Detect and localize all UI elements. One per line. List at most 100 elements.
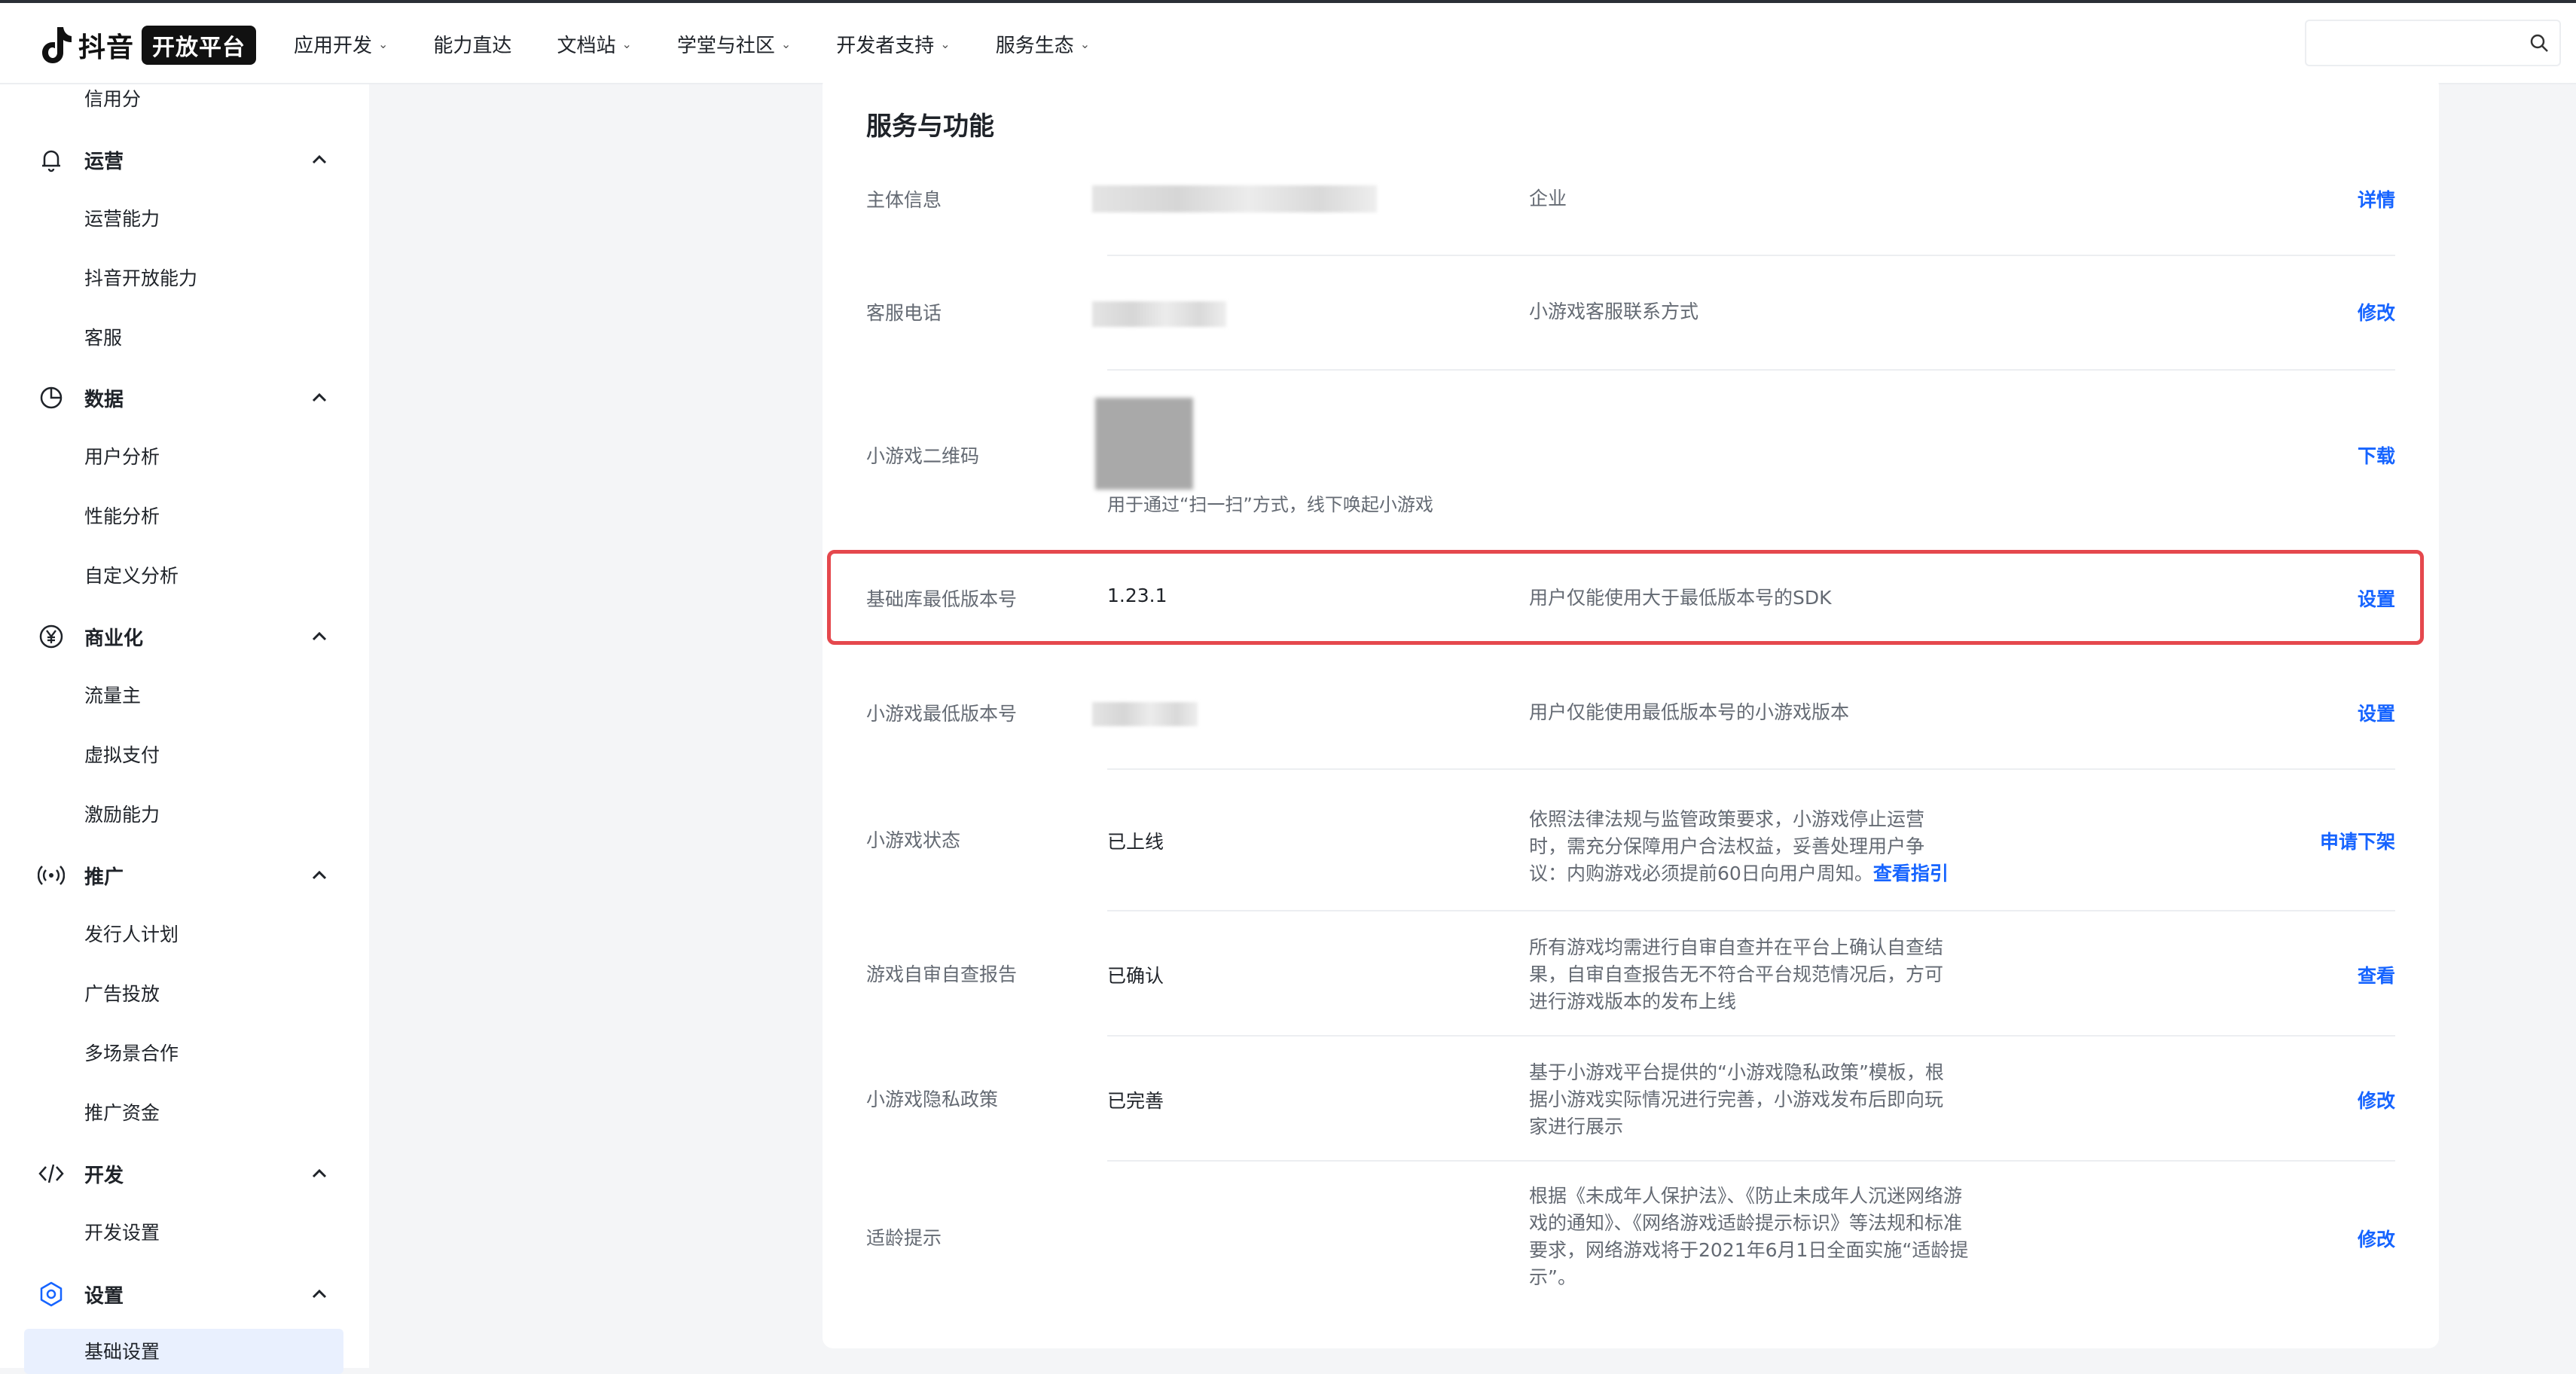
redacted-min-game-version: [1092, 702, 1198, 726]
row-divider: [1107, 910, 2395, 911]
sidebar-group-label: 运营: [84, 150, 124, 173]
row-label-privacy: 小游戏隐私政策: [866, 1089, 999, 1110]
sidebar-item-dev-settings[interactable]: 开发设置: [84, 1214, 160, 1252]
chevron-up-icon[interactable]: [309, 1163, 330, 1184]
sidebar-group-development[interactable]: 开发: [38, 1151, 339, 1196]
sidebar-item-custom-analysis[interactable]: 自定义分析: [84, 557, 179, 595]
row-label-qrcode: 小游戏二维码: [866, 445, 980, 467]
qr-code-image: [1095, 398, 1193, 490]
section-title: 服务与功能: [866, 111, 994, 142]
sidebar-group-data[interactable]: 数据: [38, 375, 339, 420]
logo[interactable]: 抖音 开放平台: [39, 24, 257, 66]
sidebar-group-operations[interactable]: 运营: [38, 137, 339, 182]
chevron-down-icon: ⌄: [940, 37, 951, 51]
chevron-down-icon: ⌄: [621, 37, 632, 51]
pie-chart-icon: [40, 386, 63, 409]
chevron-down-icon: ⌄: [378, 37, 389, 51]
row-desc-entity: 企业: [1529, 188, 1567, 209]
row-divider: [1107, 1160, 2395, 1162]
nav-ecosystem[interactable]: 服务生态 ⌄: [996, 30, 1090, 58]
sidebar-item-credit[interactable]: 信用分: [84, 81, 141, 118]
age-rating-edit-link[interactable]: 修改: [2358, 1225, 2395, 1252]
sidebar-group-monetization[interactable]: 商业化: [38, 614, 339, 659]
search-input[interactable]: [2305, 20, 2561, 66]
qrcode-download-link[interactable]: 下载: [2358, 441, 2395, 469]
chevron-up-icon[interactable]: [309, 865, 330, 886]
settings-icon: [40, 1281, 63, 1307]
min-game-version-settings-link[interactable]: 设置: [2358, 699, 2395, 726]
nav-label: 应用开发: [294, 35, 373, 57]
sidebar-item-incentive[interactable]: 激励能力: [84, 796, 160, 834]
sidebar-item-basic-settings[interactable]: 基础设置: [84, 1333, 160, 1371]
row-label-game-status: 小游戏状态: [866, 829, 961, 851]
sidebar-group-label: 开发: [84, 1164, 124, 1187]
top-header: 抖音 开放平台 应用开发 ⌄ 能力直达 文档站 ⌄ 学堂与社区 ⌄ 开发者支持 ⌄ 服务…: [0, 3, 2576, 84]
sidebar-item-traffic-owner[interactable]: 流量主: [84, 677, 141, 715]
sidebar-item-ops-capability[interactable]: 运营能力: [84, 200, 160, 238]
nav-academy[interactable]: 学堂与社区 ⌄: [677, 30, 791, 58]
base-lib-version-settings-link[interactable]: 设置: [2358, 585, 2395, 612]
search-icon[interactable]: [2528, 32, 2550, 54]
sidebar-group-label: 设置: [84, 1284, 124, 1308]
nav-label: 服务生态: [995, 35, 1074, 57]
code-icon: [38, 1164, 64, 1183]
nav-label: 文档站: [557, 35, 616, 57]
bell-icon: [42, 150, 60, 173]
chevron-down-icon: ⌄: [780, 37, 792, 51]
service-card: 服务与功能 主体信息 企业 详情 客服电话 小游戏客服联系方式 修改 小游戏二维…: [823, 75, 2439, 1348]
sidebar-item-virtual-payment[interactable]: 虚拟支付: [84, 737, 160, 774]
row-divider: [1107, 255, 2395, 256]
nav-app-dev[interactable]: 应用开发 ⌄: [294, 30, 388, 58]
redacted-entity-name: [1092, 185, 1377, 212]
game-status-value: 已上线: [1107, 831, 1164, 853]
chevron-up-icon[interactable]: [309, 149, 330, 170]
self-review-value: 已确认: [1107, 965, 1164, 987]
logo-badge: 开放平台: [142, 26, 257, 65]
sidebar-item-user-analysis[interactable]: 用户分析: [84, 438, 160, 476]
row-label-base-lib-version: 基础库最低版本号: [866, 588, 1018, 610]
sidebar-item-douyin-open[interactable]: 抖音开放能力: [84, 260, 197, 298]
self-review-view-link[interactable]: 查看: [2358, 961, 2395, 988]
row-label-entity: 主体信息: [866, 189, 942, 211]
privacy-value: 已完善: [1107, 1090, 1164, 1112]
entity-detail-link[interactable]: 详情: [2358, 185, 2395, 212]
row-desc-age-rating: 根据《未成年人保护法》、《防止未成年人沉迷网络游戏的通知》、《网络游戏适龄提示标…: [1529, 1185, 1969, 1288]
nav-docs[interactable]: 文档站 ⌄: [557, 30, 631, 58]
nav-label: 开发者支持: [836, 35, 935, 57]
sidebar-item-publisher-plan[interactable]: 发行人计划: [84, 916, 179, 954]
yen-icon: [39, 624, 63, 649]
row-desc-game-status: 依照法律法规与监管政策要求，小游戏停止运营时，需充分保障用户合法权益，妥善处理用…: [1529, 806, 1958, 887]
sidebar-item-multi-scene[interactable]: 多场景合作: [84, 1035, 179, 1073]
row-desc-min-game-version: 用户仅能使用最低版本号的小游戏版本: [1529, 701, 1850, 723]
nav-capability[interactable]: 能力直达: [433, 30, 511, 58]
main-nav: 应用开发 ⌄ 能力直达 文档站 ⌄ 学堂与社区 ⌄ 开发者支持 ⌄ 服务生态 ⌄: [294, 30, 1135, 58]
sidebar-group-label: 商业化: [84, 627, 144, 650]
sidebar-group-label: 推广: [84, 866, 124, 889]
sidebar-item-promo-funds[interactable]: 推广资金: [84, 1095, 160, 1132]
redacted-phone: [1092, 301, 1226, 327]
broadcast-icon: [38, 866, 65, 885]
row-label-phone: 客服电话: [866, 302, 942, 324]
sidebar-item-customer-service[interactable]: 客服: [84, 319, 122, 357]
nav-label: 能力直达: [433, 35, 512, 57]
row-desc-base-lib-version: 用户仅能使用大于最低版本号的SDK: [1529, 587, 1832, 609]
sidebar-item-ad-placement[interactable]: 广告投放: [84, 976, 160, 1013]
sidebar-group-promotion[interactable]: 推广: [38, 853, 339, 898]
chevron-up-icon[interactable]: [309, 1284, 330, 1305]
phone-edit-link[interactable]: 修改: [2358, 298, 2395, 325]
view-guide-link[interactable]: 查看指引: [1873, 863, 1949, 884]
chevron-up-icon[interactable]: [309, 626, 330, 647]
sidebar-group-label: 数据: [84, 388, 124, 411]
logo-text: 抖音: [78, 32, 135, 63]
row-desc-privacy: 基于小游戏平台提供的“小游戏隐私政策”模板，根据小游戏实际情况进行完善，小游戏发…: [1529, 1061, 1944, 1137]
sidebar-group-settings[interactable]: 设置: [38, 1272, 339, 1317]
chevron-up-icon[interactable]: [309, 387, 330, 408]
nav-dev-support[interactable]: 开发者支持 ⌄: [836, 30, 950, 58]
request-delist-link[interactable]: 申请下架: [2320, 827, 2395, 854]
privacy-edit-link[interactable]: 修改: [2358, 1086, 2395, 1113]
row-desc-phone: 小游戏客服联系方式: [1529, 301, 1699, 322]
nav-label: 学堂与社区: [676, 35, 775, 57]
sidebar-item-performance-analysis[interactable]: 性能分析: [84, 498, 160, 536]
row-divider: [1107, 768, 2395, 770]
row-divider: [1107, 1035, 2395, 1037]
